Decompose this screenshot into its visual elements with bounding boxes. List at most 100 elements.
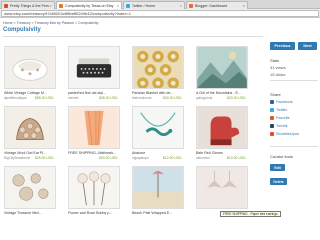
list-item[interactable]: Parisian Blanket with de... thebohohome … [132, 46, 195, 100]
scarf-image [69, 107, 119, 148]
item-title[interactable]: A Girl of the Mountains - E... [196, 91, 256, 95]
share-label: Twitter [276, 108, 288, 112]
item-title[interactable]: Vintage Wool Owl Ear Pi... [4, 151, 64, 155]
list-item[interactable]: FREE SHIPPING--Wallmark... $20.00 USD [68, 106, 131, 160]
list-item[interactable]: Abalone mjpapalopo $12.00 USD [132, 106, 195, 160]
curator-tools-heading: Curator tools [270, 154, 293, 159]
item-image[interactable] [132, 106, 184, 149]
facebook-icon [270, 100, 274, 104]
bowl-image [5, 47, 55, 88]
favicon-icon [126, 3, 130, 8]
item-shop[interactable]: quirkyprints [196, 96, 222, 100]
share-facebook[interactable]: Facebook [270, 100, 293, 104]
item-title[interactable]: pastel/red fine old-styl... [68, 91, 128, 95]
favicon-icon [4, 3, 8, 8]
mountains-image [197, 47, 247, 88]
item-title[interactable]: Parisian Blanket with de... [132, 91, 192, 95]
item-image[interactable] [196, 46, 248, 89]
share-label: Tumblr [276, 124, 288, 128]
brooches-image [5, 167, 55, 208]
item-image[interactable] [4, 166, 56, 209]
buttons-image [5, 107, 55, 148]
item-title[interactable]: Vintage Treasure lifeli... [4, 211, 64, 215]
share-stumbleupon[interactable]: StumbleUpon [270, 132, 299, 136]
list-item[interactable]: Bale Red Gloves nekomimi $10.00 USD [196, 106, 259, 160]
share-label: Favorite [276, 116, 290, 120]
views-count: 31 views [270, 65, 286, 70]
item-shop[interactable]: lapetiteboutique [4, 96, 30, 100]
close-icon[interactable]: × [117, 3, 119, 8]
item-price: $10.00 USD [227, 156, 246, 160]
item-title[interactable]: White Vintage Cottage M... [4, 91, 64, 95]
item-title[interactable]: Beach Pale Wrapped E... [132, 211, 192, 215]
browser-tab-1[interactable]: Pretty Things & the Persist... × [1, 1, 55, 9]
item-image[interactable] [68, 106, 120, 149]
share-favorite[interactable]: Favorite [270, 116, 290, 120]
item-shop[interactable]: mjpapalopo [132, 156, 158, 160]
item-image[interactable] [4, 46, 56, 89]
list-item[interactable]: Vintage Wool Owl Ear Pi... BigCityStrawb… [4, 106, 67, 160]
stats-heading: Stats [270, 58, 280, 63]
item-price: $12.00 USD [163, 156, 182, 160]
favicon-icon [59, 3, 63, 8]
typewriter-image [69, 47, 119, 88]
item-title[interactable]: FREE SHIPPING--Wallmark... [68, 151, 128, 155]
paper-bird-earrings-image [197, 167, 247, 208]
browser-tab-4[interactable]: Blogger: Dashboard × [186, 1, 248, 9]
flower-pins-image [69, 167, 119, 208]
item-image[interactable] [196, 166, 248, 209]
list-item[interactable]: White Vintage Cottage M... lapetitebouti… [4, 46, 67, 100]
list-item[interactable]: A Girl of the Mountains - E... quirkypri… [196, 46, 259, 100]
item-image[interactable] [196, 106, 248, 149]
item-price: $25.00 USD [35, 156, 54, 160]
item-image[interactable] [68, 166, 120, 209]
favicon-icon [189, 3, 193, 8]
list-item[interactable]: pastel/red fine old-styl... minireti $35… [68, 46, 131, 100]
delete-button[interactable]: Delete [270, 178, 287, 185]
item-price: $35.00 USD [99, 96, 118, 100]
sidebar: Stats 31 views 15 clicks Share Facebook … [270, 40, 320, 240]
item-image[interactable] [132, 46, 184, 89]
list-item[interactable]: Beach Pale Wrapped E... [132, 166, 195, 215]
close-icon[interactable]: × [243, 3, 245, 8]
list-item[interactable] [196, 166, 259, 209]
divider [270, 80, 318, 81]
share-label: StumbleUpon [276, 132, 300, 136]
list-item[interactable]: Vintage Treasure lifeli... [4, 166, 67, 215]
item-shop[interactable]: minireti [68, 96, 94, 100]
item-image[interactable] [132, 166, 184, 209]
close-icon[interactable]: × [180, 3, 182, 8]
item-image[interactable] [4, 106, 56, 149]
heart-icon [270, 116, 274, 120]
breadcrumb[interactable]: Home > Treasury > Treasury lists by Para… [3, 21, 98, 25]
browser-tab-bar: Pretty Things & the Persist... × Compuls… [0, 0, 320, 9]
share-twitter[interactable]: Twitter [270, 108, 287, 112]
browser-tab-3[interactable]: Twitter / Home × [123, 1, 185, 9]
edit-button[interactable]: Edit [270, 164, 285, 171]
list-item[interactable]: Flower and Rose Bobby p... [68, 166, 131, 215]
item-price: $30.00 USD [163, 96, 182, 100]
stumbleupon-icon [270, 132, 274, 136]
tile-pattern-image [133, 47, 183, 88]
url-text: www.etsy.com/treasury/HJ4069Jo4f8beff024… [4, 11, 131, 16]
item-title[interactable]: Bale Red Gloves [196, 151, 256, 155]
item-price: $20.00 USD [99, 156, 118, 160]
item-shop[interactable]: BigCityStrawberries [4, 156, 30, 160]
close-icon[interactable]: × [50, 3, 52, 8]
share-heading: Share [270, 92, 281, 97]
browser-tab-2[interactable]: Compulsivity by Tessa on Etsy × [56, 1, 122, 9]
twitter-icon [270, 108, 274, 112]
item-image[interactable] [68, 46, 120, 89]
divider [270, 146, 318, 147]
item-title[interactable]: Flower and Rose Bobby p... [68, 211, 128, 215]
tab-label: Pretty Things & the Persist... [10, 3, 49, 8]
clicks-count: 15 clicks [270, 72, 286, 77]
item-shop[interactable]: nekomimi [196, 156, 222, 160]
page-title: Compulsivity [3, 27, 41, 33]
divider [3, 36, 263, 37]
share-tumblr[interactable]: Tumblr [270, 124, 288, 128]
item-shop[interactable]: thebohohome [132, 96, 158, 100]
url-field[interactable]: www.etsy.com/treasury/HJ4069Jo4f8beff024… [1, 10, 319, 17]
item-title[interactable]: Abalone [132, 151, 192, 155]
tab-label: Compulsivity by Tessa on Etsy [65, 3, 114, 8]
